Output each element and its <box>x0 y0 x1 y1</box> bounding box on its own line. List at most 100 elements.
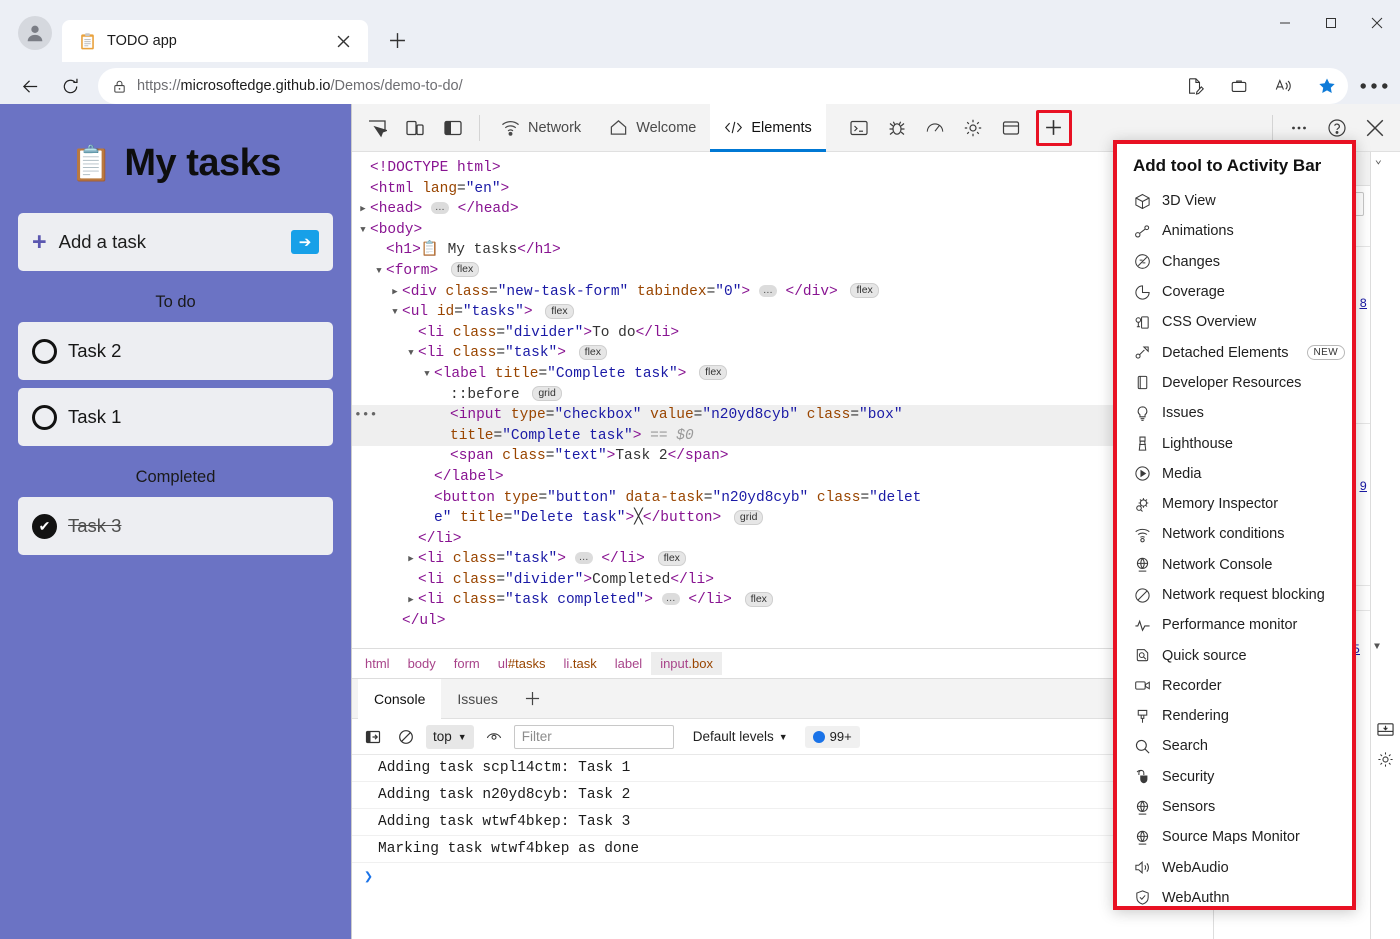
task-item[interactable]: Task 2 <box>18 322 333 380</box>
dom-tree-line[interactable]: ▼<li class="task"> flex <box>352 343 1198 364</box>
dom-tree-line[interactable]: <html lang="en"> <box>352 179 1198 200</box>
read-aloud-icon[interactable] <box>1178 70 1212 102</box>
dom-tree-line[interactable]: <!DOCTYPE html> <box>352 158 1198 179</box>
console-context-select[interactable]: top ▼ <box>426 725 474 749</box>
dom-tree-line[interactable]: <span class="text">Task 2</span> <box>352 446 1198 467</box>
tool-item-issues[interactable]: Issues <box>1117 398 1352 428</box>
expand-triangle-icon[interactable]: ▶ <box>356 199 370 220</box>
device-emulation-icon[interactable] <box>396 109 434 147</box>
profile-avatar[interactable] <box>18 16 52 50</box>
styles-collapse-chevron-icon[interactable]: ⌄ <box>1375 152 1382 167</box>
activity-settings-gear-icon[interactable] <box>1373 746 1399 772</box>
close-tab-icon[interactable] <box>330 28 356 54</box>
close-window-button[interactable] <box>1354 0 1400 46</box>
dom-tree-line[interactable]: ▼<ul id="tasks"> flex <box>352 302 1198 323</box>
tool-item-recorder[interactable]: Recorder <box>1117 671 1352 701</box>
tool-item-rendering[interactable]: Rendering <box>1117 701 1352 731</box>
dom-tree-line[interactable]: </label> <box>352 467 1198 488</box>
favorites-star-icon[interactable] <box>1310 70 1344 102</box>
dom-tree-line[interactable]: <h1>📋 My tasks</h1> <box>352 240 1198 261</box>
tool-item-sensors[interactable]: Sensors <box>1117 792 1352 822</box>
dom-tree-line[interactable]: •••<input type="checkbox" value="n20yd8c… <box>352 405 1198 426</box>
tool-item-search[interactable]: Search <box>1117 731 1352 761</box>
debug-bug-icon[interactable] <box>878 109 916 147</box>
browser-tab[interactable]: TODO app <box>62 20 368 62</box>
dom-tree-line[interactable]: ▼<form> flex <box>352 261 1198 282</box>
layout-panel-icon[interactable] <box>992 109 1030 147</box>
breadcrumb-item[interactable]: html <box>356 652 399 675</box>
tool-item-css-overview[interactable]: CSS Overview <box>1117 307 1352 337</box>
tool-item-webauthn[interactable]: WebAuthn <box>1117 883 1352 910</box>
issues-counter-badge[interactable]: 99+ <box>805 726 860 748</box>
tool-item-security[interactable]: Security <box>1117 762 1352 792</box>
console-sidebar-toggle-icon[interactable] <box>360 725 386 749</box>
breadcrumb-item[interactable]: form <box>445 652 489 675</box>
tool-item-media[interactable]: Media <box>1117 459 1352 489</box>
console-filter-input[interactable]: Filter <box>514 725 674 749</box>
dock-side-icon[interactable] <box>434 109 472 147</box>
dom-tree-line[interactable]: <li class="divider">Completed</li> <box>352 570 1198 591</box>
add-tool-button[interactable] <box>1036 110 1072 146</box>
task-item-completed[interactable]: ✔ Task 3 <box>18 497 333 555</box>
dom-tree-line[interactable]: ▶<head> … </head> <box>352 199 1198 220</box>
new-tab-button[interactable] <box>380 23 414 57</box>
tool-item-network-conditions[interactable]: Network conditions <box>1117 519 1352 549</box>
expand-triangle-icon[interactable]: ▶ <box>388 282 402 303</box>
tool-item-developer-resources[interactable]: Developer Resources <box>1117 368 1352 398</box>
console-live-expression-icon[interactable] <box>481 725 507 749</box>
tool-item-performance-monitor[interactable]: Performance monitor <box>1117 610 1352 640</box>
tab-console[interactable]: Console <box>358 679 441 719</box>
breadcrumb-item[interactable]: li.task <box>554 652 605 675</box>
tool-item-memory-inspector[interactable]: Memory Inspector <box>1117 489 1352 519</box>
dom-tree[interactable]: <!DOCTYPE html><html lang="en">▶<head> …… <box>352 152 1198 648</box>
dom-tree-line[interactable]: ▶<li class="task completed"> … </li> fle… <box>352 590 1198 611</box>
dom-tree-line[interactable]: ▶<li class="task"> … </li> flex <box>352 549 1198 570</box>
dom-tree-line[interactable]: ▶<div class="new-task-form" tabindex="0"… <box>352 282 1198 303</box>
performance-gauge-icon[interactable] <box>916 109 954 147</box>
minimize-button[interactable] <box>1262 0 1308 46</box>
tool-item-network-request-blocking[interactable]: Network request blocking <box>1117 580 1352 610</box>
add-tool-popup[interactable]: Add tool to Activity Bar 3D ViewAnimatio… <box>1113 140 1356 910</box>
dom-tree-line[interactable]: ▼<body> <box>352 220 1198 241</box>
tab-welcome[interactable]: Welcome <box>595 104 710 152</box>
back-button[interactable] <box>12 68 48 104</box>
collections-icon[interactable] <box>1222 70 1256 102</box>
submit-task-button[interactable]: ➔ <box>291 230 319 254</box>
settings-gear-icon[interactable] <box>954 109 992 147</box>
drawer-add-tool-button[interactable] <box>518 684 548 714</box>
tool-item-coverage[interactable]: Coverage <box>1117 277 1352 307</box>
tool-item-network-console[interactable]: Network Console <box>1117 550 1352 580</box>
read-aloud-speaker-icon[interactable] <box>1266 70 1300 102</box>
tool-item-detached-elements[interactable]: Detached ElementsNEW <box>1117 337 1352 367</box>
expand-triangle-icon[interactable]: ▼ <box>388 302 402 323</box>
tab-issues[interactable]: Issues <box>441 679 513 719</box>
expand-triangle-icon[interactable]: ▶ <box>404 549 418 570</box>
breadcrumb-item[interactable]: input.box <box>651 652 722 675</box>
dom-tree-line[interactable]: ::before grid <box>352 385 1198 406</box>
tool-item-animations[interactable]: Animations <box>1117 216 1352 246</box>
tool-item-3d-view[interactable]: 3D View <box>1117 186 1352 216</box>
dom-tree-line[interactable]: </li> <box>352 529 1198 550</box>
tab-elements[interactable]: Elements <box>710 104 825 152</box>
console-icon[interactable] <box>840 109 878 147</box>
close-devtools-icon[interactable] <box>1356 109 1394 147</box>
row-actions-icon[interactable]: ••• <box>354 405 377 426</box>
breadcrumb-item[interactable]: ul#tasks <box>489 652 555 675</box>
clear-console-icon[interactable] <box>393 725 419 749</box>
styles-line-number[interactable]: 8 <box>1359 297 1367 311</box>
tool-item-changes[interactable]: Changes <box>1117 247 1352 277</box>
inspect-element-icon[interactable] <box>358 109 396 147</box>
maximize-button[interactable] <box>1308 0 1354 46</box>
open-drawer-icon[interactable] <box>1373 716 1399 742</box>
expand-triangle-icon[interactable]: ▼ <box>356 220 370 241</box>
dom-tree-line[interactable]: <button type="button" data-task="n20yd8c… <box>352 488 1198 509</box>
styles-scroll-down-icon[interactable]: ▼ <box>1374 642 1380 653</box>
dom-tree-line[interactable]: <li class="divider">To do</li> <box>352 323 1198 344</box>
tool-item-webaudio[interactable]: WebAudio <box>1117 853 1352 883</box>
styles-line-number[interactable]: 9 <box>1359 480 1367 494</box>
console-prompt[interactable]: ❯ <box>352 863 1213 886</box>
breadcrumb-item[interactable]: label <box>606 652 651 675</box>
task-checkbox[interactable] <box>32 339 57 364</box>
expand-triangle-icon[interactable]: ▼ <box>404 343 418 364</box>
task-item[interactable]: Task 1 <box>18 388 333 446</box>
